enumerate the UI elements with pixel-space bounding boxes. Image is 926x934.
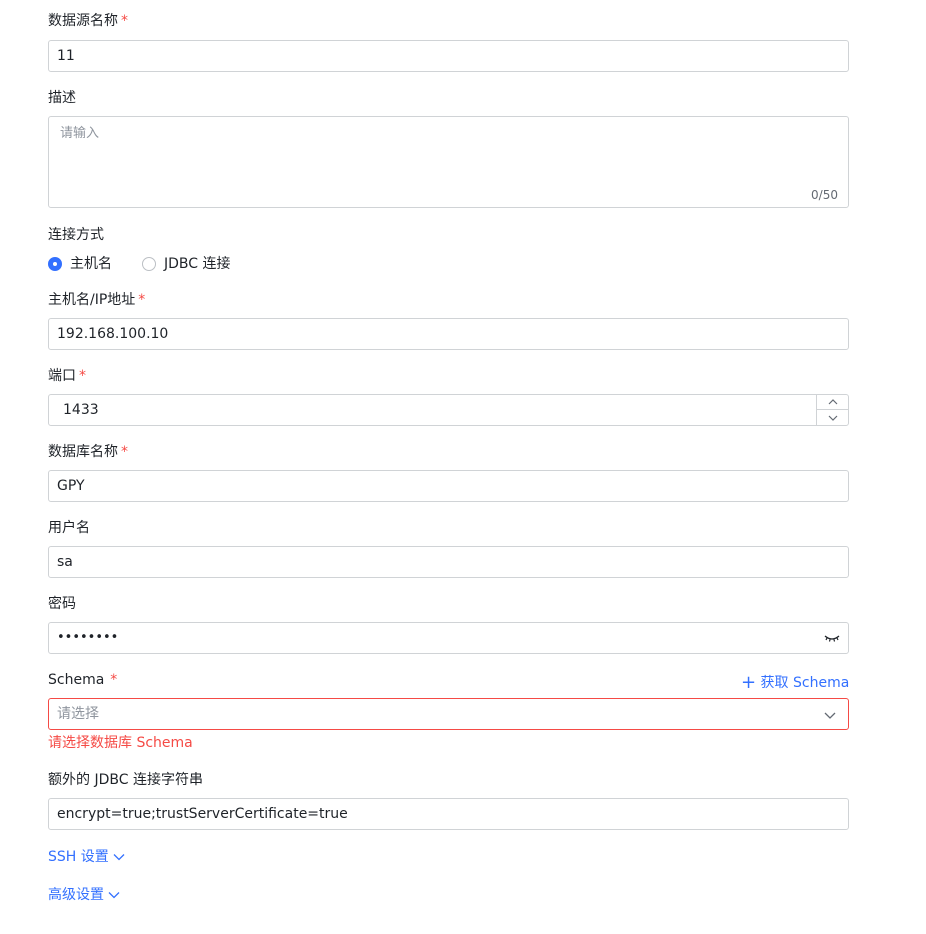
conn-mode-label: 连接方式 xyxy=(48,227,104,243)
advanced-settings-toggle[interactable]: 高级设置 xyxy=(48,885,120,905)
radio-jdbc[interactable]: JDBC 连接 xyxy=(142,254,231,274)
database-value: GPY xyxy=(57,478,85,494)
schema-error-message: 请选择数据库 Schema xyxy=(48,735,193,751)
required-mark: * xyxy=(79,368,86,384)
description-char-count: 0/50 xyxy=(811,188,838,202)
port-value: 1433 xyxy=(63,402,99,418)
stepper-up-button[interactable] xyxy=(817,395,848,410)
ssh-settings-toggle[interactable]: SSH 设置 xyxy=(48,847,125,867)
name-label: 数据源名称 * xyxy=(48,13,128,29)
password-input[interactable]: •••••••• xyxy=(48,622,849,654)
required-mark: * xyxy=(121,13,128,29)
required-mark: * xyxy=(121,444,128,460)
stepper-down-button[interactable] xyxy=(817,410,848,425)
name-value: 11 xyxy=(57,48,75,64)
host-value: 192.168.100.10 xyxy=(57,326,169,342)
chevron-down-icon xyxy=(828,415,837,421)
jdbc-extra-value: encrypt=true;trustServerCertificate=true xyxy=(57,806,348,822)
radio-unchecked-icon xyxy=(142,257,156,271)
plus-icon: + xyxy=(741,672,757,693)
database-label: 数据库名称 * xyxy=(48,444,128,460)
username-value: sa xyxy=(57,554,73,570)
port-label: 端口 * xyxy=(48,368,86,384)
password-label: 密码 xyxy=(48,596,76,612)
password-value: •••••••• xyxy=(57,630,119,645)
conn-mode-radio-group: 主机名 JDBC 连接 xyxy=(48,254,261,274)
radio-checked-icon xyxy=(48,257,62,271)
ssh-settings-label: SSH 设置 xyxy=(48,849,109,865)
schema-select[interactable]: 请选择 xyxy=(48,698,849,730)
schema-placeholder: 请选择 xyxy=(57,706,99,722)
chevron-down-icon xyxy=(108,892,120,899)
jdbc-extra-label: 额外的 JDBC 连接字符串 xyxy=(48,772,203,788)
eye-closed-icon[interactable] xyxy=(824,632,840,644)
description-placeholder: 请输入 xyxy=(60,126,100,141)
database-input[interactable]: GPY xyxy=(48,470,849,502)
radio-hostname-label: 主机名 xyxy=(70,256,112,272)
port-stepper[interactable]: 1433 xyxy=(48,394,849,426)
host-input[interactable]: 192.168.100.10 xyxy=(48,318,849,350)
jdbc-extra-input[interactable]: encrypt=true;trustServerCertificate=true xyxy=(48,798,849,830)
chevron-down-icon xyxy=(113,854,125,861)
username-input[interactable]: sa xyxy=(48,546,849,578)
fetch-schema-link[interactable]: + 获取 Schema xyxy=(741,673,849,693)
host-label: 主机名/IP地址 * xyxy=(48,292,146,308)
schema-label: Schema * xyxy=(48,672,118,688)
radio-jdbc-label: JDBC 连接 xyxy=(164,256,231,272)
stepper-controls xyxy=(816,395,848,425)
name-input[interactable]: 11 xyxy=(48,40,849,72)
chevron-down-icon xyxy=(824,712,836,719)
chevron-up-icon xyxy=(828,399,837,405)
required-mark: * xyxy=(110,672,118,688)
username-label: 用户名 xyxy=(48,520,90,536)
description-label: 描述 xyxy=(48,90,76,106)
radio-hostname[interactable]: 主机名 xyxy=(48,254,112,274)
required-mark: * xyxy=(138,292,146,308)
advanced-settings-label: 高级设置 xyxy=(48,887,104,903)
description-textarea[interactable]: 请输入 0/50 xyxy=(48,116,849,208)
